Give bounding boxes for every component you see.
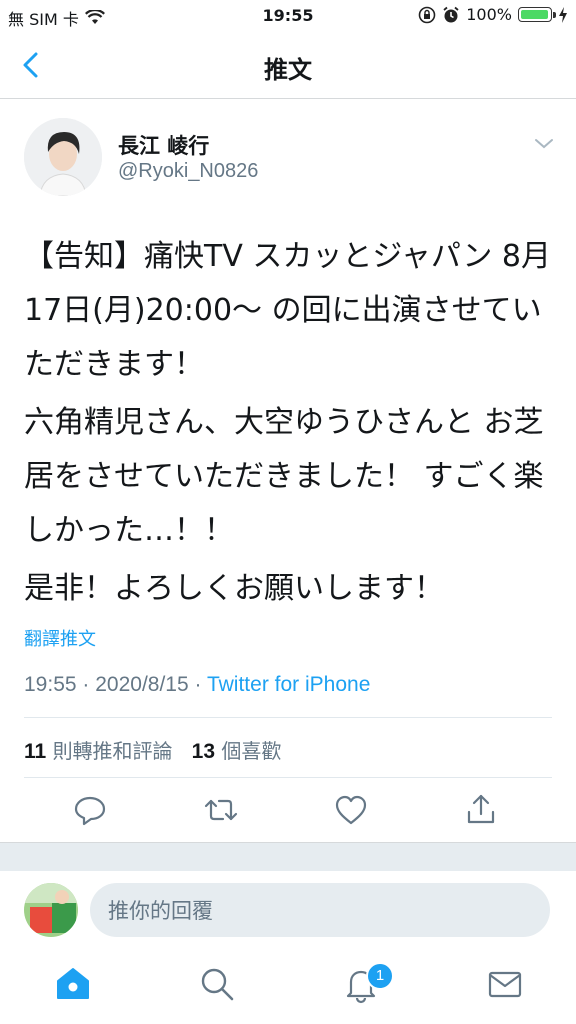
meta-separator: · xyxy=(82,673,96,696)
chevron-down-icon[interactable] xyxy=(532,134,556,154)
tab-bar xyxy=(0,950,576,1024)
battery-level-fill xyxy=(521,10,548,19)
home-icon[interactable] xyxy=(53,964,93,1004)
tweet-text: 【告知】痛快TV スカッとジャパン 8月17日(月)20:00～ の回に出演させ… xyxy=(24,230,564,620)
status-bar: 無 SIM 卡 19:55 100% xyxy=(0,0,576,32)
battery-icon xyxy=(518,7,556,22)
retweet-stat[interactable]: 11 則轉推和評論 xyxy=(24,739,173,763)
mail-icon[interactable] xyxy=(485,964,525,1004)
reply-icon[interactable] xyxy=(72,792,108,828)
reply-placeholder: 推你的回覆 xyxy=(108,899,213,923)
tweet-source-link[interactable]: Twitter for iPhone xyxy=(207,673,370,696)
author-name[interactable]: 長江 崚行 xyxy=(118,130,209,160)
my-avatar-image xyxy=(24,883,78,937)
reply-input[interactable]: 推你的回覆 xyxy=(90,883,550,937)
tweet-actions xyxy=(0,792,576,832)
tweet-paragraph: 【告知】痛快TV スカッとジャパン 8月17日(月)20:00～ の回に出演させ… xyxy=(24,239,552,382)
battery-percent: 100% xyxy=(466,5,512,24)
author-avatar[interactable] xyxy=(24,118,102,196)
tweet-paragraph: 是非！よろしくお願いします！ xyxy=(24,571,444,606)
tweet-paragraph: 六角精児さん、大空ゆうひさんと お芝居をさせていただきました！ すごく楽しかった… xyxy=(24,405,544,548)
retweet-icon[interactable] xyxy=(203,792,239,828)
tweet-date: 2020/8/15 xyxy=(95,673,189,696)
search-icon[interactable] xyxy=(197,964,237,1004)
meta-separator: · xyxy=(194,673,207,696)
divider xyxy=(24,717,552,718)
alarm-icon xyxy=(443,6,459,22)
notification-badge: 1 xyxy=(366,962,394,990)
like-label: 個喜歡 xyxy=(221,739,282,763)
my-avatar[interactable] xyxy=(24,883,78,937)
like-stat[interactable]: 13 個喜歡 xyxy=(192,739,282,763)
nav-bar: 推文 xyxy=(0,32,576,99)
section-separator xyxy=(0,842,576,871)
status-right: 100% xyxy=(418,5,568,24)
page-title: 推文 xyxy=(264,56,312,84)
reply-bar: 推你的回覆 xyxy=(0,871,576,949)
retweet-count: 11 xyxy=(24,740,47,763)
divider xyxy=(24,777,552,778)
like-icon[interactable] xyxy=(333,792,369,828)
tweet-time: 19:55 xyxy=(24,673,77,696)
tweet-meta: 19:55 · 2020/8/15 · Twitter for iPhone xyxy=(24,673,370,697)
retweet-label: 則轉推和評論 xyxy=(52,739,173,763)
like-count: 13 xyxy=(191,740,215,763)
charging-icon xyxy=(559,6,567,23)
author-handle[interactable]: @Ryoki_N0826 xyxy=(118,160,258,183)
tweet-stats: 11 則轉推和評論 13 個喜歡 xyxy=(24,735,281,764)
lock-rotation-icon xyxy=(418,6,436,23)
avatar-image xyxy=(24,118,102,196)
share-icon[interactable] xyxy=(463,792,499,828)
translate-tweet-link[interactable]: 翻譯推文 xyxy=(24,625,96,651)
